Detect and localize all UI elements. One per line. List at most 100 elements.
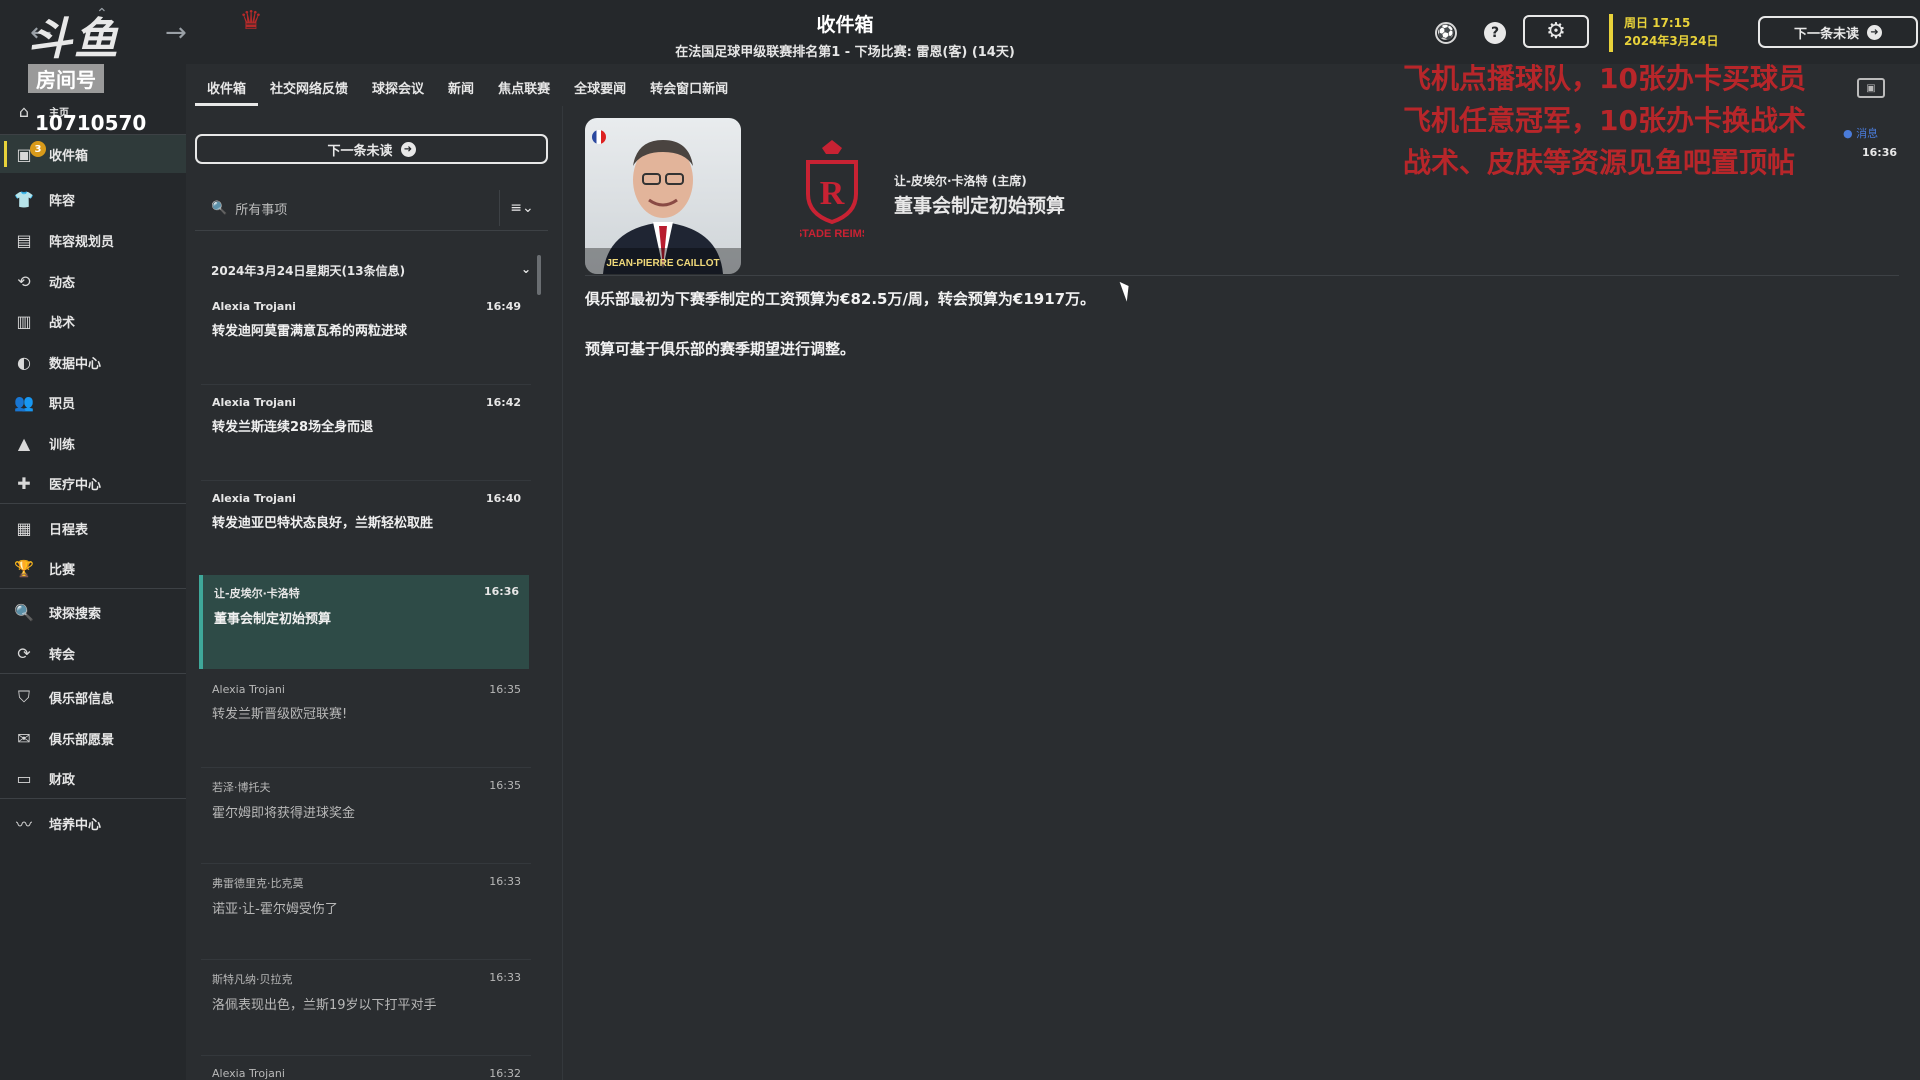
date-accent (1609, 14, 1613, 52)
sidebar-item-dev-centre[interactable]: 〰 培养中心 (0, 804, 186, 842)
ball-icon[interactable]: ⚽ (1435, 22, 1457, 44)
sidebar-item-label: 职员 (49, 396, 76, 412)
sidebar-item-club-vision[interactable]: ✉ 俱乐部愿景 (0, 719, 186, 757)
sidebar-item-label: 比赛 (49, 562, 76, 578)
sidebar-item-staff[interactable]: 👥 职员 (0, 383, 186, 421)
tab-transfer-window-news[interactable]: 转会窗口新闻 (638, 72, 740, 106)
tab-inbox[interactable]: 收件箱 (195, 72, 259, 106)
sidebar-item-competitions[interactable]: 🏆 比赛 (0, 549, 186, 587)
tab-focus-league[interactable]: 焦点联赛 (486, 72, 562, 106)
next-unread-top-button[interactable]: 下一条未读 ➜ (1758, 16, 1918, 48)
france-flag-icon (592, 130, 606, 144)
photo-caption: JEAN-PIERRE CAILLOT (606, 258, 719, 269)
development-icon: 〰 (15, 815, 32, 834)
next-unread-label: 下一条未读 (327, 143, 393, 159)
svg-text:R: R (820, 175, 845, 212)
stream-promo-text: 飞机点播球队，10张办卡买球员 飞机任意冠军，10张办卡换战术 战术、皮肤等资源… (1403, 58, 1806, 184)
list-item-selected[interactable]: 让-皮埃尔·卡洛特 16:36 董事会制定初始预算 (199, 575, 529, 669)
sidebar-item-schedule[interactable]: ▦ 日程表 (0, 509, 186, 547)
list-item[interactable]: 斯特凡纳·贝拉克 16:33 洛佩表现出色，兰斯19岁以下打平对手 (201, 961, 531, 1055)
detail-sender[interactable]: 让-皮埃尔·卡洛特 (主席) (894, 172, 1027, 189)
message-sender: 弗雷德里克·比克莫 (212, 877, 304, 890)
list-filter-icon: ≡⌄ (510, 200, 534, 216)
list-item[interactable]: 弗雷德里克·比克莫 16:33 诺亚·让-霍尔姆受伤了 (201, 865, 531, 959)
sidebar-item-squad[interactable]: 👕 阵容 (0, 180, 186, 218)
medical-icon: ✚ (17, 473, 31, 493)
search-icon: 🔍 (14, 602, 34, 622)
list-item[interactable]: Alexia Trojani 16:49 转发迪阿莫雷满意瓦希的两粒进球 (201, 290, 531, 384)
sidebar-item-label: 财政 (49, 772, 76, 788)
finance-icon: ▭ (16, 768, 32, 788)
tab-world-news[interactable]: 全球要闻 (562, 72, 638, 106)
tab-social-feedback[interactable]: 社交网络反馈 (258, 72, 360, 106)
message-type-label: 消息 (1856, 127, 1879, 140)
sidebar-item-finances[interactable]: ▭ 财政 (0, 759, 186, 797)
list-item[interactable]: 若泽·博托夫 16:35 霍尔姆即将获得进球奖金 (201, 769, 531, 863)
search-input[interactable]: 🔍 所有事项 (195, 190, 495, 226)
next-unread-button[interactable]: 下一条未读 ➜ (195, 134, 548, 164)
message-time: 16:49 (485, 300, 521, 313)
sidebar-item-dynamics[interactable]: ⟲ 动态 (0, 262, 186, 300)
sidebar-item-data-hub[interactable]: ◐ 数据中心 (0, 343, 186, 381)
message-time: 16:35 (489, 683, 521, 696)
message-time: 16:35 (489, 779, 521, 792)
sidebar-item-transfers[interactable]: ⟳ 转会 (0, 634, 186, 672)
trophy-icon: 🏆 (14, 558, 34, 578)
message-sender: Alexia Trojani (212, 492, 296, 505)
sidebar-item-training[interactable]: ▲ 训练 (0, 424, 186, 462)
message-subject: 转发迪亚巴特状态良好，兰斯轻松取胜 (212, 516, 434, 531)
promo-line: 飞机任意冠军，10张办卡换战术 (1403, 104, 1806, 137)
sidebar-item-label: 培养中心 (49, 817, 102, 833)
arrow-right-icon: ➜ (1867, 24, 1882, 40)
tab-scouting-meeting[interactable]: 球探会议 (360, 72, 436, 106)
list-item[interactable]: Alexia Trojani 16:35 转发兰斯晋级欧冠联赛! (201, 673, 531, 767)
chevron-down-icon: ⌄ (520, 262, 531, 276)
message-body-line: 预算可基于俱乐部的赛季期望进行调整。 (585, 340, 856, 358)
sidebar-item-label: 球探搜索 (49, 606, 102, 622)
inbox-badge: 3 (30, 141, 46, 157)
list-item[interactable]: Alexia Trojani 16:42 转发兰斯连续28场全身而退 (201, 386, 531, 480)
message-sender: Alexia Trojani (212, 683, 285, 696)
game-date[interactable]: 周日 17:15 2024年3月24日 (1624, 14, 1718, 50)
sidebar-item-medical[interactable]: ✚ 医疗中心 (0, 464, 186, 502)
room-label: 房间号 (28, 64, 104, 93)
promo-line: 飞机点播球队，10张办卡买球员 (1403, 62, 1806, 95)
help-icon[interactable]: ? (1484, 22, 1506, 44)
inbox-tabs: 收件箱 社交网络反馈 球探会议 新闻 焦点联赛 全球要闻 转会窗口新闻 (195, 72, 740, 106)
sidebar-item-label: 俱乐部愿景 (49, 732, 115, 748)
sidebar-item-label: 动态 (49, 275, 76, 291)
settings-button[interactable]: ⚙ (1523, 15, 1589, 48)
staff-icon: 👥 (14, 392, 34, 412)
filter-menu-button[interactable]: ≡⌄ (499, 190, 544, 226)
sidebar-item-inbox[interactable]: ▣ 3 收件箱 (0, 135, 186, 173)
list-item[interactable]: Alexia Trojani 16:40 转发迪亚巴特状态良好，兰斯轻松取胜 (201, 482, 531, 576)
list-item[interactable]: Alexia Trojani 16:32 (201, 1057, 531, 1080)
date-group-header[interactable]: 2024年3月24日星期天(13条信息) ⌄ (211, 262, 531, 279)
message-sender: Alexia Trojani (212, 396, 296, 409)
date-time: 周日 17:15 (1624, 16, 1691, 30)
message-type-tag: ● 消息 (1843, 127, 1879, 140)
stade-reims-crest-icon[interactable]: R STADE REIMS (795, 140, 869, 254)
sidebar-item-scouting[interactable]: 🔍 球探搜索 (0, 593, 186, 631)
tab-news[interactable]: 新闻 (436, 72, 486, 106)
sidebar-item-tactics[interactable]: ▥ 战术 (0, 302, 186, 340)
detail-time: 16:36 (1862, 146, 1898, 159)
search-placeholder: 所有事项 (235, 202, 288, 218)
sidebar-item-squad-planner[interactable]: ▤ 阵容规划员 (0, 221, 186, 259)
arrow-right-icon: ➜ (400, 141, 416, 157)
sidebar-item-club-info[interactable]: ⛉ 俱乐部信息 (0, 678, 186, 716)
promo-line: 战术、皮肤等资源见鱼吧置顶帖 (1403, 146, 1796, 179)
sender-photo[interactable]: JEAN-PIERRE CAILLOT (585, 118, 741, 274)
message-time: 16:33 (489, 971, 521, 984)
message-subject: 转发兰斯晋级欧冠联赛! (212, 707, 348, 722)
detail-subject: 董事会制定初始预算 (894, 195, 1066, 217)
screen-toggle-icon[interactable]: ▣ (1857, 78, 1885, 98)
stream-logo: 斗鱼 房间号 (28, 18, 138, 118)
list-scrollbar[interactable] (537, 255, 541, 295)
group-header-label: 2024年3月24日星期天(13条信息) (211, 264, 406, 278)
message-time: 16:36 (483, 585, 519, 598)
shield-icon: ⛉ (17, 687, 30, 706)
sidebar-item-label: 日程表 (49, 522, 89, 538)
crest-graphic: R STADE REIMS (795, 140, 869, 240)
message-subject: 董事会制定初始预算 (214, 612, 332, 627)
